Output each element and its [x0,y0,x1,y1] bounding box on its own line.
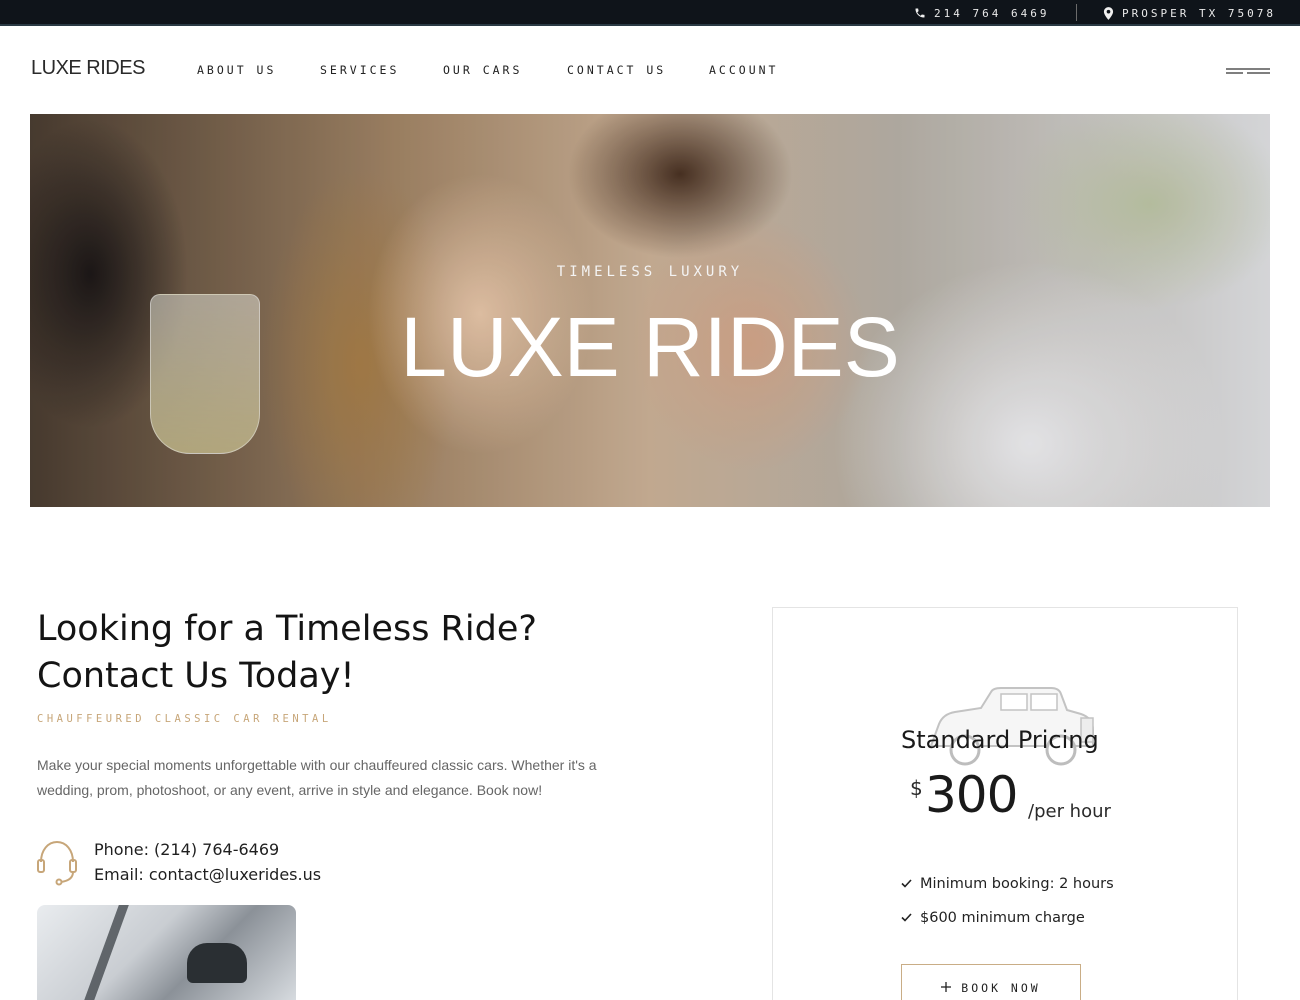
topbar-phone[interactable]: 214 764 6469 [914,0,1049,26]
headset-icon [36,838,78,886]
hero-banner: TIMELESS LUXURY LUXE RIDES [30,114,1270,507]
car-detail-image [37,905,296,1000]
pricing-feature-text: $600 minimum charge [920,910,1085,926]
contact-phone[interactable]: Phone: (214) 764-6469 [94,840,279,859]
pricing-feature: Minimum booking: 2 hours [901,876,1114,892]
nav-our-cars[interactable]: OUR CARS [443,63,522,77]
hero-title: LUXE RIDES [400,300,900,394]
book-now-button[interactable]: BOOK NOW [901,964,1081,1000]
topbar-location-text: PROSPER TX 75078 [1122,6,1276,20]
pricing-feature: $600 minimum charge [901,910,1085,926]
nav-account[interactable]: ACCOUNT [709,63,778,77]
menu-icon[interactable] [1225,64,1271,78]
headline-line-2: Contact Us Today! [37,656,355,696]
top-info-bar: 214 764 6469 PROSPER TX 75078 [0,0,1300,26]
section-description: Make your special moments unforgettable … [37,757,597,798]
car-door-shape [71,905,203,1000]
phone-icon [914,7,926,19]
topbar-divider [1076,4,1077,21]
map-pin-icon [1103,6,1114,20]
contact-email[interactable]: Email: contact@luxerides.us [94,865,321,884]
pricing-amount: 300 [925,766,1018,824]
check-icon [901,910,912,926]
pricing-title: Standard Pricing [901,726,1099,754]
book-now-label: BOOK NOW [961,981,1041,995]
hero-kicker: TIMELESS LUXURY [556,264,744,280]
check-icon [901,876,912,892]
site-logo[interactable]: LUXE RIDES [31,57,145,80]
headline-line-1: Looking for a Timeless Ride? [37,609,537,649]
nav-about-us[interactable]: ABOUT US [197,63,276,77]
topbar-phone-text: 214 764 6469 [934,6,1050,20]
contact-headline: Looking for a Timeless Ride? Contact Us … [37,606,677,700]
pricing-card: Standard Pricing $ 300 /per hour Minimum… [772,607,1238,1000]
nav-contact-us[interactable]: CONTACT US [567,63,666,77]
plus-icon [941,981,952,995]
topbar-location: PROSPER TX 75078 [1103,0,1276,26]
pricing-unit: /per hour [1028,801,1111,822]
car-mirror-shape [187,943,247,983]
section-kicker: CHAUFFEURED CLASSIC CAR RENTAL [37,713,332,725]
pricing-feature-text: Minimum booking: 2 hours [920,876,1114,892]
pricing-currency: $ [910,776,923,800]
nav-services[interactable]: SERVICES [320,63,399,77]
